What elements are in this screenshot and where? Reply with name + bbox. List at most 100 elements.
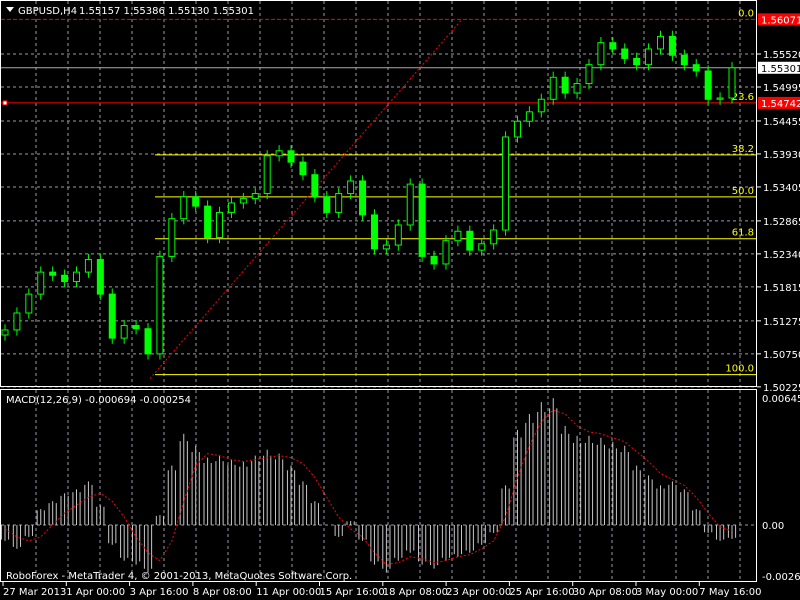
current-price-value: 1.55301 xyxy=(761,64,800,75)
fib-level-label: 61.8 xyxy=(732,228,754,239)
price-tick-label: 1.51275 xyxy=(763,317,800,328)
candle-body xyxy=(239,198,247,204)
macd-tick-label: -0.002695 xyxy=(762,572,800,583)
candle-body xyxy=(299,161,307,176)
time-label: 3 May 00:00 xyxy=(636,587,698,598)
time-label: 30 Apr 08:00 xyxy=(573,587,638,598)
candle-body xyxy=(168,218,176,257)
price-tick-label: 1.54995 xyxy=(763,83,800,94)
time-label: 3 Apr 16:00 xyxy=(130,587,189,598)
price-level-value: 1.56071 xyxy=(761,15,800,26)
time-label: 25 Apr 16:00 xyxy=(509,587,574,598)
candle-body xyxy=(573,83,581,94)
candle-body xyxy=(96,259,104,295)
dropdown-triangle-icon[interactable] xyxy=(6,7,14,12)
candle-body xyxy=(394,224,402,246)
candle-body xyxy=(323,196,331,213)
candle-body xyxy=(418,183,426,257)
price-tick-label: 1.52865 xyxy=(763,217,800,228)
macd-histogram xyxy=(0,398,756,573)
candle-body xyxy=(633,57,641,66)
fib-level-label: 0.0 xyxy=(738,8,754,19)
price-tick-label: 1.50750 xyxy=(763,350,800,361)
fib-level-label: 100.0 xyxy=(725,364,754,375)
grid xyxy=(1,1,756,581)
level-line-handle xyxy=(2,100,8,106)
candle-body xyxy=(692,64,700,72)
candle-body xyxy=(549,76,557,100)
candle-body xyxy=(204,205,212,239)
candle-body xyxy=(728,67,736,99)
macd-signal-line xyxy=(4,409,733,566)
candle-body xyxy=(61,274,69,283)
copyright: RoboForex - MetaTrader 4, © 2001-2013, M… xyxy=(6,571,352,582)
candle-body xyxy=(335,193,343,213)
candle-body xyxy=(275,150,283,157)
macd-tick-label: 0.006458 xyxy=(762,394,800,405)
price-tick-label: 1.50225 xyxy=(763,383,800,394)
candle-body xyxy=(263,155,271,195)
candle-body xyxy=(73,271,81,283)
ohlc-readout: 1.55157 1.55386 1.55130 1.55301 xyxy=(79,6,254,17)
candle-body xyxy=(406,183,414,226)
candle-body xyxy=(13,312,21,331)
candle-body xyxy=(561,76,569,94)
price-tick-label: 1.52340 xyxy=(763,250,800,261)
symbol-label: GBPUSD,H4 xyxy=(18,6,77,17)
time-label: 27 Mar 2013 xyxy=(3,587,66,598)
candle-body xyxy=(645,48,653,66)
candle-body xyxy=(25,293,33,314)
candles xyxy=(1,30,736,360)
time-label: 7 May 16:00 xyxy=(699,587,761,598)
candle-body xyxy=(108,293,116,339)
candle-body xyxy=(609,42,617,50)
time-label: 11 Apr 00:00 xyxy=(256,587,321,598)
candle-body xyxy=(227,202,235,213)
candle-body xyxy=(84,259,92,273)
candle-body xyxy=(37,271,45,295)
candle-body xyxy=(502,136,510,231)
candle-body xyxy=(1,329,9,336)
price-tick-label: 1.53930 xyxy=(763,150,800,161)
candle-body xyxy=(716,97,724,100)
time-label: 15 Apr 16:00 xyxy=(320,587,385,598)
candle-body xyxy=(144,328,152,355)
candle-body xyxy=(621,48,629,59)
fib-level-label: 38.2 xyxy=(732,144,754,155)
candle-body xyxy=(311,174,319,198)
candle-body xyxy=(192,196,200,207)
candle-body xyxy=(370,214,378,250)
time-label: 8 Apr 08:00 xyxy=(193,587,252,598)
candle-body xyxy=(180,196,188,220)
candle-body xyxy=(216,211,224,239)
candle-body xyxy=(466,230,474,251)
candle-body xyxy=(251,193,259,200)
price-tick-label: 1.54455 xyxy=(763,117,800,128)
candle-body xyxy=(680,54,688,66)
macd-title: MACD(12,26,9) -0.000694 -0.000254 xyxy=(6,395,191,406)
candle-body xyxy=(49,271,57,276)
candle-body xyxy=(656,35,664,50)
candle-body xyxy=(347,180,355,195)
macd-tick-label: 0.00 xyxy=(762,521,784,532)
candle-body xyxy=(132,325,140,330)
candle-body xyxy=(585,64,593,85)
candle-body xyxy=(668,35,676,56)
candle-body xyxy=(156,255,164,355)
time-label: 1 Apr 00:00 xyxy=(66,587,125,598)
candle-body xyxy=(287,150,295,163)
candle-body xyxy=(490,229,498,245)
candle-body xyxy=(478,243,486,251)
candle-body xyxy=(430,255,438,265)
trading-chart[interactable]: 0.023.638.250.061.8100.0 1.555201.549951… xyxy=(0,0,800,600)
candle-body xyxy=(525,111,533,122)
price-tick-label: 1.55520 xyxy=(763,50,800,61)
time-label: 18 Apr 08:00 xyxy=(383,587,448,598)
price-tick-label: 1.53405 xyxy=(763,183,800,194)
candle-body xyxy=(537,98,545,113)
fib-level-label: 50.0 xyxy=(732,186,754,197)
price-level-value: 1.54742 xyxy=(761,99,800,110)
candle-body xyxy=(513,120,521,138)
time-label: 23 Apr 00:00 xyxy=(446,587,511,598)
candle-body xyxy=(120,325,128,339)
